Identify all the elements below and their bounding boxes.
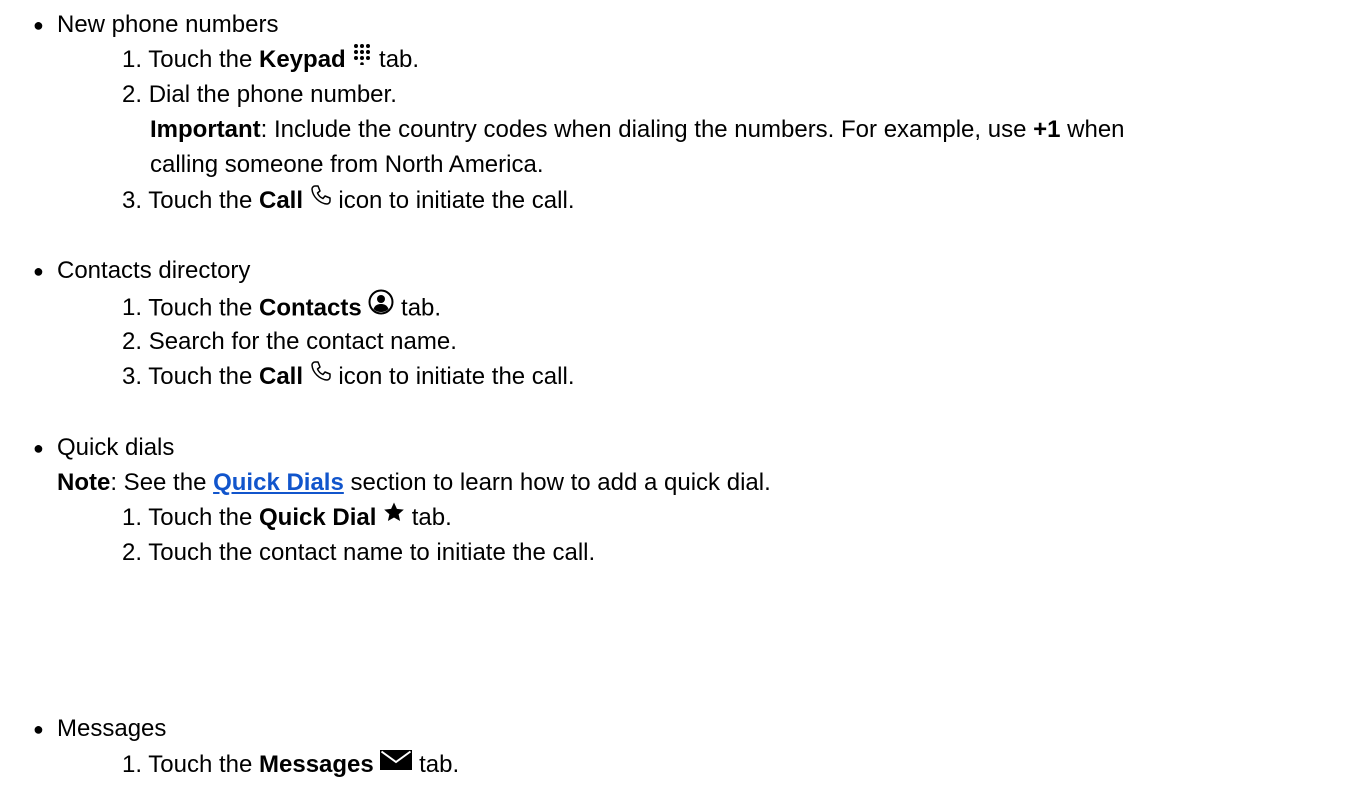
quick-dials-note: Note: See the Quick Dials section to lea… [57,468,771,498]
list-item: 2. Touch the contact name to initiate th… [122,538,595,568]
phone-icon [310,360,332,390]
step-text: Dial the phone number. [148,81,397,108]
step-text: Touch the [148,751,259,778]
section-title-quick-dials: Quick dials [57,434,175,461]
step-bold-label: Keypad [259,46,346,73]
step-text: Search for the contact name. [148,328,457,355]
list-item: 2. Search for the contact name. [122,327,457,357]
bullet-marker: ● [33,719,44,739]
keypad-icon [352,43,372,73]
step-text: icon to initiate the call. [331,187,575,214]
step-text: Touch the [148,504,259,531]
envelope-icon [380,748,413,778]
important-text: when [1060,116,1125,143]
quick-dials-link[interactable]: Quick Dials [213,469,344,496]
list-item: 2. Dial the phone number. [122,80,397,110]
step-text: tab. [412,751,460,778]
important-note: Important: Include the country codes whe… [150,115,1125,145]
step-number: 1. [122,751,143,778]
list-item: 1. Touch the Quick Dial tab. [122,501,452,534]
section-title-new-phone-numbers: New phone numbers [57,11,279,38]
step-number: 1. [122,504,143,531]
list-item: 1. Touch the Keypad tab. [122,43,420,76]
step-bold-label: Call [259,187,304,214]
star-icon [383,501,405,531]
note-text: : See the [110,469,214,496]
step-bold-label: Quick Dial [259,504,377,531]
list-item: 1. Touch the Contacts tab. [122,289,442,326]
note-label: Note [57,469,111,496]
step-text: icon to initiate the call. [331,363,575,390]
important-label: Important [150,116,261,143]
step-bold-label: Contacts [259,294,362,322]
step-bold-label: Call [259,363,304,390]
important-text: : Include the country codes when dialing… [260,116,1034,143]
step-text: tab. [372,46,420,73]
bullet-marker: ● [33,261,44,281]
step-text: Touch the [148,294,259,322]
step-bold-label: Messages [259,751,374,778]
phone-icon [310,184,332,214]
step-text: Touch the [148,363,259,390]
bullet-marker: ● [33,438,44,458]
step-number: 3. [122,363,143,390]
step-text: Touch the [148,46,259,73]
step-number: 1. [122,294,143,322]
step-number: 3. [122,187,143,214]
step-text: tab. [405,504,452,531]
note-text: section to learn how to add a quick dial… [343,469,771,496]
step-number: 1. [122,46,143,73]
country-code: +1 [1033,116,1061,143]
step-text: Touch the [148,187,259,214]
step-text: Touch the contact name to initiate the c… [148,539,596,566]
section-title-messages: Messages [57,715,167,742]
step-number: 2. [122,328,143,355]
list-item: 3. Touch the Call icon to initiate the c… [122,184,575,217]
section-title-contacts-directory: Contacts directory [57,257,251,284]
step-text: tab. [394,294,442,322]
contact-icon [368,289,394,323]
step-number: 2. [122,539,143,566]
step-number: 2. [122,81,143,108]
list-item: 1. Touch the Messages tab. [122,748,460,781]
list-item: 3. Touch the Call icon to initiate the c… [122,360,575,393]
important-note-continued: calling someone from North America. [150,151,544,178]
bullet-marker: ● [33,15,44,35]
